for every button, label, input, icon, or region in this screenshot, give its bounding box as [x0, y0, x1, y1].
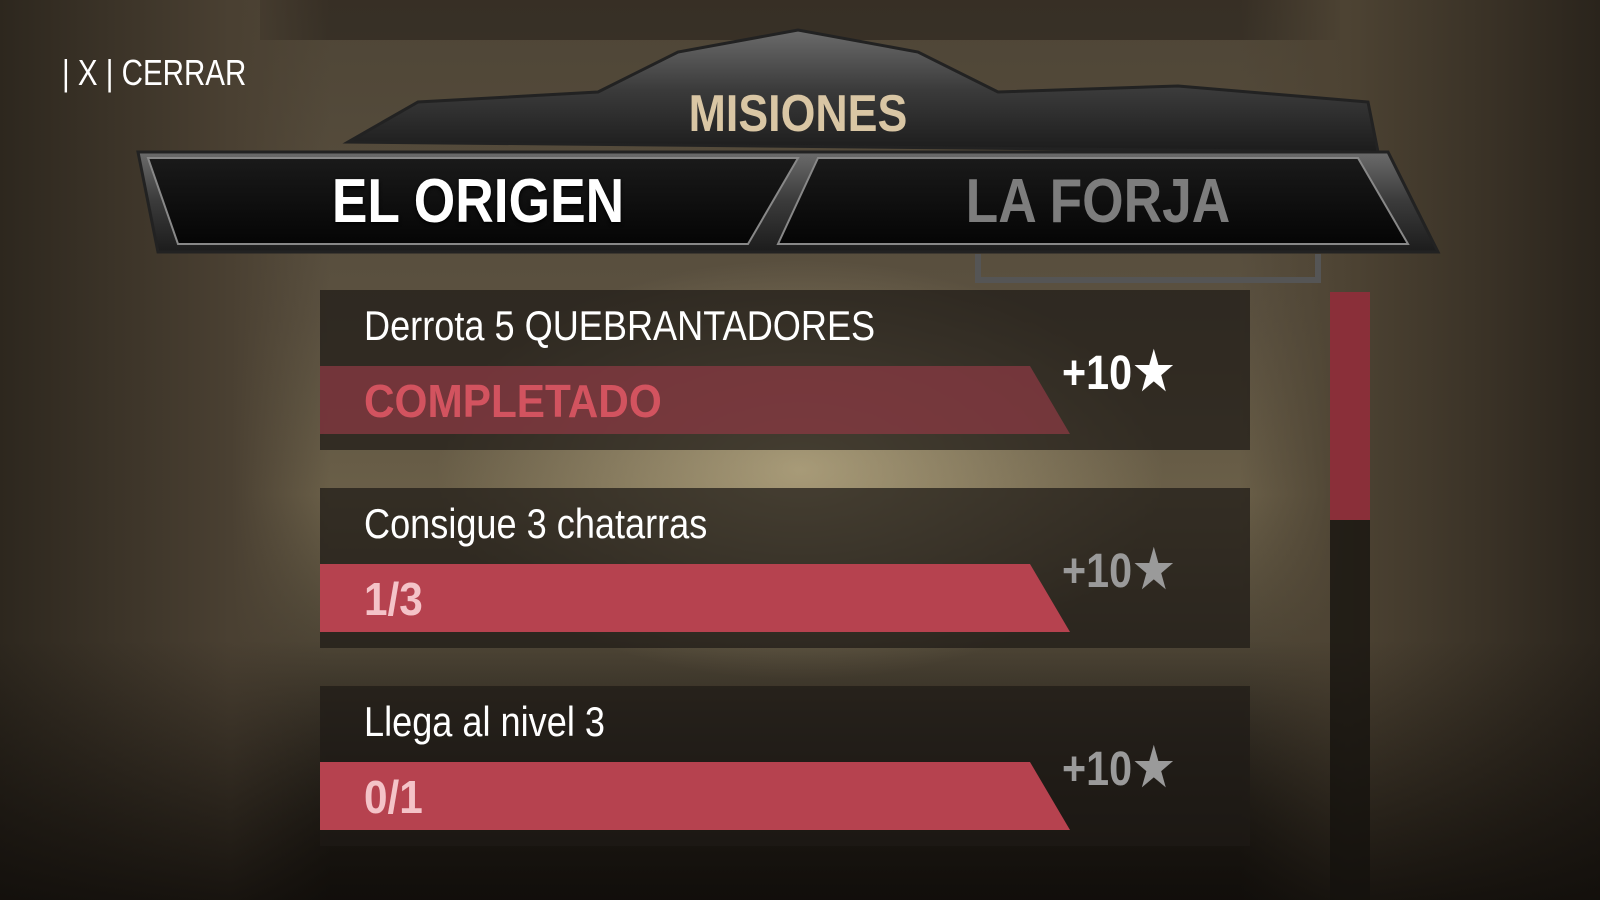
scrollbar-thumb[interactable]: [1330, 292, 1370, 520]
mission-card: Consigue 3 chatarras 1/3 +10★: [320, 488, 1250, 648]
mission-reward-value: +10: [1062, 347, 1133, 400]
tab-la-forja[interactable]: LA FORJA: [892, 166, 1305, 237]
mission-card: Derrota 5 QUEBRANTADORES COMPLETADO +10★: [320, 290, 1250, 450]
mission-reward-value: +10: [1062, 743, 1133, 796]
missions-header: MISIONES EL ORIGEN LA FORJA: [118, 22, 1478, 292]
star-icon: ★: [1133, 739, 1174, 797]
mission-description: Llega al nivel 3: [364, 698, 605, 745]
mission-reward: +10★: [1062, 342, 1174, 402]
header-frame: [136, 28, 1441, 283]
mission-card: Llega al nivel 3 0/1 +10★: [320, 686, 1250, 846]
mission-reward: +10★: [1062, 540, 1174, 600]
mission-status: 0/1: [364, 771, 423, 823]
scrollbar[interactable]: [1330, 292, 1370, 900]
mission-status: COMPLETADO: [364, 375, 662, 427]
mission-progress-fill: [320, 762, 1070, 830]
mission-reward-value: +10: [1062, 545, 1133, 598]
star-icon: ★: [1133, 541, 1174, 599]
mission-progress-bar: [320, 564, 1070, 632]
page-title: MISIONES: [688, 85, 908, 143]
mission-progress-fill: [320, 564, 1070, 632]
mission-description: Consigue 3 chatarras: [364, 500, 708, 547]
tab-el-origen[interactable]: EL ORIGEN: [272, 166, 685, 237]
mission-reward: +10★: [1062, 738, 1174, 798]
mission-status: 1/3: [364, 573, 423, 625]
star-icon: ★: [1133, 343, 1174, 401]
mission-description: Derrota 5 QUEBRANTADORES: [364, 302, 876, 349]
mission-progress-bar: [320, 762, 1070, 830]
